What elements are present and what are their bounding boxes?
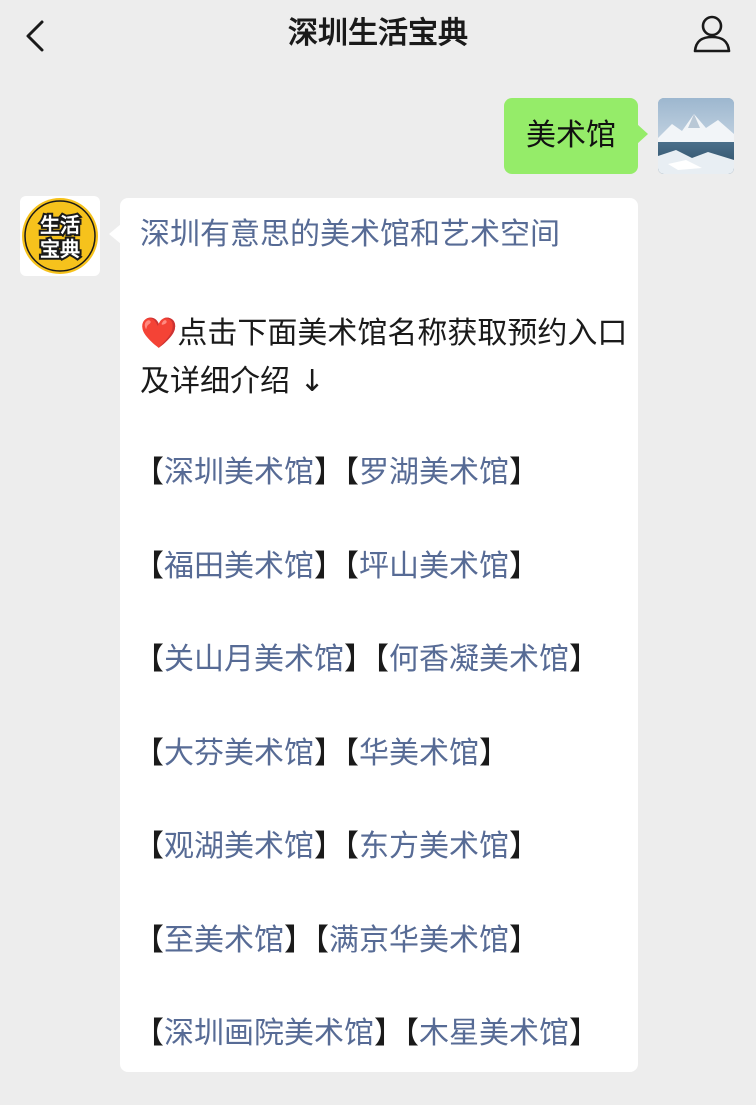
museum-link[interactable]: 深圳美术馆 [164,455,314,490]
museum-row: 【大芬美术馆】【华美术馆】 [134,735,509,771]
museum-link[interactable]: 至美术馆 [164,923,284,958]
profile-button[interactable] [688,10,736,58]
outgoing-message: 美术馆 [504,98,734,174]
article-link[interactable]: 深圳有意思的美术馆和艺术空间 [140,212,638,258]
top-bar: 深圳生活宝典 [0,0,756,72]
shenghuo-baodian-logo: 生活 宝典 [22,198,98,274]
museum-link[interactable]: 观湖美术馆 [164,829,314,864]
outgoing-bubble[interactable]: 美术馆 [504,98,648,174]
museum-link[interactable]: 坪山美术馆 [359,549,509,584]
intro-text: ❤️点击下面美术馆名称获取预约入口及详细介绍 ↓ [140,310,630,406]
museum-row: 【至美术馆】【满京华美术馆】 [134,922,539,958]
museum-link[interactable]: 东方美术馆 [359,829,509,864]
museum-link[interactable]: 深圳画院美术馆 [164,1016,374,1051]
logo-text-line1: 生活 [40,213,80,237]
user-avatar[interactable] [658,98,734,174]
museum-link[interactable]: 罗湖美术馆 [359,455,509,490]
museum-row: 【福田美术馆】【坪山美术馆】 [134,548,539,584]
museum-row: 【关山月美术馆】【何香凝美术馆】 [134,642,599,677]
museum-link[interactable]: 华美术馆 [359,736,479,771]
museum-link[interactable]: 关山月美术馆 [164,642,344,677]
bot-avatar[interactable]: 生活 宝典 [20,196,100,276]
logo-text-line2: 宝典 [40,237,80,261]
landscape-avatar-image [658,98,734,174]
museum-link[interactable]: 满京华美术馆 [329,923,509,958]
museum-row: 【观湖美术馆】【东方美术馆】 [134,829,539,864]
museum-link[interactable]: 福田美术馆 [164,549,314,584]
museum-link[interactable]: 何香凝美术馆 [389,642,569,677]
heart-icon: ❤️ [140,316,178,351]
museum-list: 【深圳美术馆】【罗湖美术馆】 【福田美术馆】【坪山美术馆】 【关山月美术馆】【何… [134,450,638,1105]
museum-row: 【深圳画院美术馆】【木星美术馆】 [134,1016,599,1051]
incoming-bubble: 深圳有意思的美术馆和艺术空间 ❤️点击下面美术馆名称获取预约入口及详细介绍 ↓ … [109,198,638,1072]
intro-label: 点击下面美术馆名称获取预约入口及详细介绍 ↓ [140,316,628,399]
museum-link[interactable]: 大芬美术馆 [164,736,314,771]
person-icon [693,15,731,53]
page-title: 深圳生活宝典 [288,16,468,51]
museum-row: 【深圳美术馆】【罗湖美术馆】 [134,455,539,490]
museum-link[interactable]: 木星美术馆 [419,1016,569,1051]
